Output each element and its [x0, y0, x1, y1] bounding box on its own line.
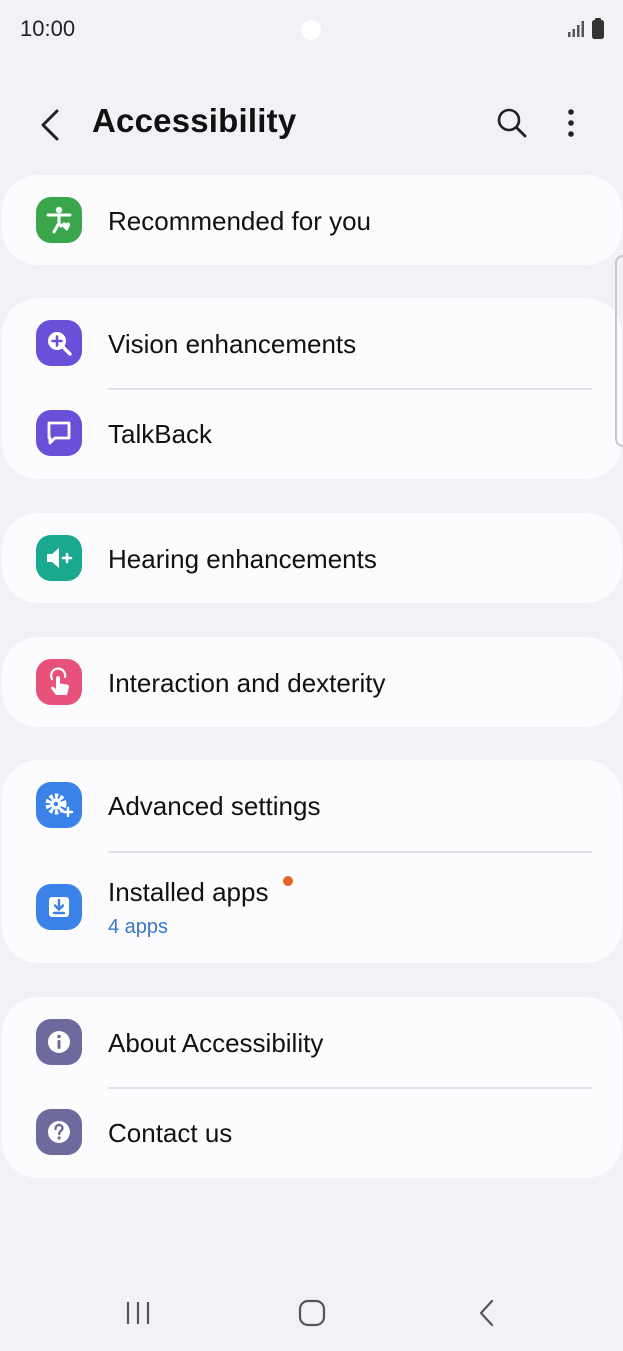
menu-item-label: Advanced settings: [108, 791, 321, 821]
more-vert-icon: [568, 109, 574, 137]
menu-item-contact[interactable]: Contact us: [2, 1088, 622, 1178]
more-options-button[interactable]: [548, 100, 594, 146]
menu-item-label: Hearing enhancements: [108, 544, 377, 574]
card-interaction: Interaction and dexterity: [2, 637, 622, 727]
home-icon: [298, 1299, 326, 1327]
menu-item-label: Recommended for you: [108, 206, 372, 236]
menu-item-talkback[interactable]: TalkBack: [2, 389, 622, 479]
menu-item-vision[interactable]: Vision enhancements: [2, 298, 622, 388]
back-arrow-icon: [41, 109, 59, 141]
recents-icon: [126, 1302, 150, 1324]
card-hearing: Hearing enhancements: [2, 513, 622, 603]
battery-icon: [592, 18, 604, 39]
menu-item-label: Interaction and dexterity: [108, 668, 386, 698]
recents-button[interactable]: [113, 1292, 163, 1334]
menu-item-advanced[interactable]: Advanced settings: [2, 760, 622, 851]
card-recommended: Recommended for you: [2, 175, 622, 265]
menu-item-interaction[interactable]: Interaction and dexterity: [2, 637, 622, 727]
search-button[interactable]: [489, 100, 535, 146]
menu-item-label: TalkBack: [108, 419, 213, 449]
accessibility-person-icon: [36, 197, 82, 243]
menu-item-recommended[interactable]: Recommended for you: [2, 175, 622, 265]
menu-item-hearing[interactable]: Hearing enhancements: [2, 513, 622, 603]
menu-item-installed-apps[interactable]: Installed apps 4 apps: [2, 852, 622, 963]
card-about: About Accessibility Contact us: [2, 997, 622, 1178]
status-time: 10:00: [20, 16, 76, 41]
scrollbar[interactable]: [615, 255, 623, 447]
status-bar: 10:00: [0, 0, 623, 58]
menu-item-label: Vision enhancements: [108, 329, 357, 359]
home-button[interactable]: [287, 1292, 337, 1334]
notification-dot: [283, 876, 293, 886]
menu-item-subtitle: 4 apps: [108, 916, 169, 938]
gear-plus-icon: [36, 782, 82, 828]
menu-item-label: Installed apps: [108, 877, 269, 907]
info-icon: [36, 1019, 82, 1065]
menu-item-label: About Accessibility: [108, 1028, 324, 1058]
help-icon: [36, 1109, 82, 1155]
download-icon: [36, 884, 82, 930]
chat-bubble-icon: [36, 410, 82, 456]
nav-back-icon: [479, 1299, 494, 1327]
back-button[interactable]: [28, 102, 74, 148]
menu-item-about[interactable]: About Accessibility: [2, 997, 622, 1087]
volume-plus-icon: [36, 535, 82, 581]
app-bar: Accessibility: [0, 80, 623, 166]
page-title: Accessibility: [92, 102, 297, 139]
signal-icon: [568, 21, 584, 37]
navigation-bar: [0, 1280, 623, 1351]
camera-cutout: [301, 20, 321, 40]
card-advanced: Advanced settings Installed apps 4 apps: [2, 760, 622, 963]
nav-back-button[interactable]: [462, 1292, 512, 1334]
card-vision: Vision enhancements TalkBack: [2, 298, 622, 479]
menu-item-label: Contact us: [108, 1118, 233, 1148]
zoom-in-icon: [36, 320, 82, 366]
search-icon: [497, 108, 527, 138]
touch-hand-icon: [36, 659, 82, 705]
